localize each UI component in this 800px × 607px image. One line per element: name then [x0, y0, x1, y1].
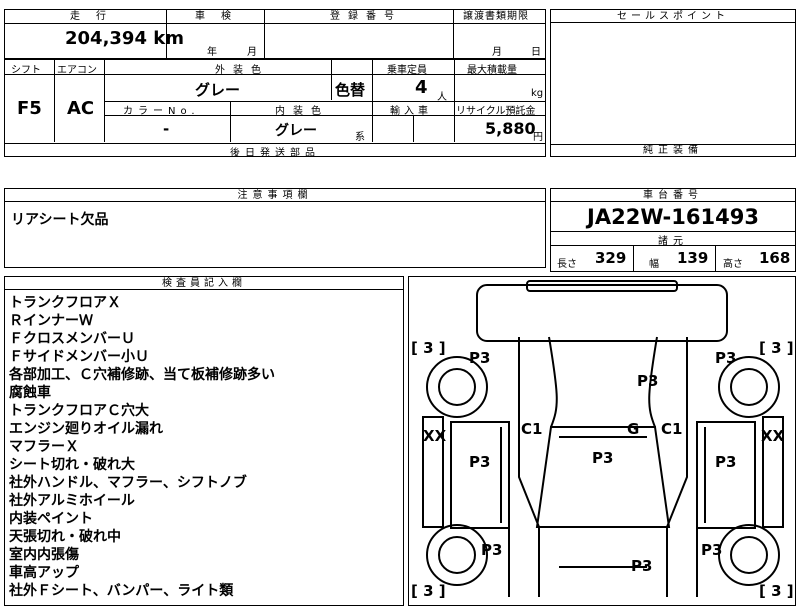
damage-diagram: [ 3 ] [ 3 ] [ 3 ] [ 3 ] P3 P3 P3 C1 G C1… [408, 276, 796, 606]
mark-rear-right-tire: P3 [701, 541, 723, 559]
shift-value: F5 [17, 98, 42, 119]
mark-rear: P3 [631, 557, 653, 575]
rear-right-bracket: [ 3 ] [759, 582, 794, 600]
chassis-number: JA22W-161493 [587, 205, 759, 229]
interior-suffix: 系 [355, 132, 365, 143]
sales-point-label: セールスポイント [551, 10, 795, 23]
mark-xx-left: XX [423, 427, 447, 445]
note-line: マフラーＸ [9, 439, 79, 455]
load-unit: kg [531, 88, 544, 99]
note-line: 内装ペイント [9, 511, 93, 527]
mark-front-left-door: P3 [469, 453, 491, 471]
width-value: 139 [677, 249, 709, 267]
mark-c1-left: C1 [521, 420, 543, 438]
mark-front-right-door: P3 [715, 453, 737, 471]
transfer-deadline-label: 譲渡書類期限 [463, 11, 529, 22]
roof-shape [535, 426, 671, 528]
later-parts-label: 後日発送部品 [230, 148, 320, 159]
note-line: 社外ハンドル、マフラー、シフトノブ [9, 475, 247, 491]
front-right-bracket: [ 3 ] [759, 339, 794, 357]
mark-xx-right: XX [761, 427, 785, 445]
chassis-label: 車台番号 [551, 189, 795, 202]
chassis-box: 車台番号 JA22W-161493 諸元 長さ 329 幅 139 高さ 168 [550, 188, 796, 272]
capacity-label: 乗車定員 [387, 65, 427, 76]
recycle-unit: 円 [533, 132, 543, 143]
mark-glass: G [627, 420, 640, 438]
capacity-value: 4 [415, 77, 428, 98]
note-line: 室内内張傷 [9, 547, 79, 563]
rear-left-bracket: [ 3 ] [411, 582, 446, 600]
mileage-number: 204,394 [65, 28, 147, 49]
import-label: 輸入車 [390, 106, 432, 117]
note-line: 社外アルミホイール [9, 493, 135, 509]
inspection-year-unit: 年 [207, 47, 217, 58]
height-value: 168 [759, 249, 791, 267]
interior-color-label: 内装色 [275, 106, 329, 117]
height-label: 高さ [723, 259, 743, 270]
caution-text: リアシート欠品 [11, 212, 109, 228]
recycle-label: リサイクル預託金 [456, 106, 536, 117]
mark-rear-left-tire: P3 [481, 541, 503, 559]
sales-point-box: セールスポイント 純正装備 [550, 9, 796, 157]
color-change-value: 色替 [335, 81, 366, 99]
rear-right-wheel-shape [718, 524, 780, 586]
inspector-notes-list: トランクフロアＸ ＲインナーＷ ＦクロスメンバーＵ Ｆサイドメンバー小Ｕ 各部加… [9, 294, 275, 600]
mark-c1-right: C1 [661, 420, 683, 438]
rear-left-wheel-shape [426, 524, 488, 586]
aircon-value: AC [67, 98, 95, 119]
interior-color-value: グレー [275, 123, 317, 139]
inspector-notes-box: 検査員記入欄 トランクフロアＸ ＲインナーＷ ＦクロスメンバーＵ Ｆサイドメンバ… [4, 276, 404, 606]
inspection-label: 車検 [195, 11, 247, 22]
note-line: Ｆサイドメンバー小Ｕ [9, 349, 149, 365]
shift-label: シフト [11, 65, 41, 76]
mileage-unit: km [153, 28, 184, 49]
deadline-month-unit: 月 [492, 47, 502, 58]
note-line: 腐蝕車 [9, 385, 51, 401]
mark-hood: P3 [637, 372, 659, 390]
color-no-label: カラーNo. [123, 106, 200, 117]
car-outline-diagram [422, 280, 784, 597]
front-left-bracket: [ 3 ] [411, 339, 446, 357]
caution-box: 注意事項欄 リアシート欠品 [4, 188, 546, 268]
exterior-color-label: 外装色 [215, 65, 269, 76]
aircon-label: エアコン [57, 65, 97, 76]
mark-roof: P3 [592, 449, 614, 467]
length-value: 329 [595, 249, 627, 267]
exterior-color-value: グレー [195, 81, 241, 99]
note-line: シート切れ・破れ大 [9, 457, 135, 473]
note-line: 社外Ｆシート、バンパー、ライト類 [9, 583, 234, 599]
note-line: ＦクロスメンバーＵ [9, 331, 135, 347]
note-line: トランクフロアＸ [9, 295, 121, 311]
mileage-value: 204,394 km [65, 28, 184, 49]
mileage-block: 走行 車検 登録番号 譲渡書類期限 204,394 km 年 月 月 日 [4, 9, 546, 59]
note-line: ＲインナーＷ [9, 313, 93, 329]
note-line: 各部加工、Ｃ穴補修跡、当て板補修跡多い [9, 367, 275, 383]
note-line: 天張切れ・破れ中 [9, 529, 121, 545]
color-no-value: - [163, 120, 170, 138]
inspection-month-unit: 月 [247, 47, 257, 58]
note-line: エンジン廻りオイル漏れ [9, 421, 163, 437]
front-bumper-shape [476, 284, 728, 342]
max-load-label: 最大積載量 [467, 65, 517, 76]
length-label: 長さ [557, 259, 577, 270]
registration-label: 登録番号 [330, 11, 402, 22]
inspector-notes-label: 検査員記入欄 [5, 277, 403, 290]
recycle-fee-value: 5,880 [485, 119, 536, 138]
deadline-day-unit: 日 [531, 47, 541, 58]
specs-grid: シフト エアコン 外装色 乗車定員 最大積載量 F5 AC グレー 色替 4 人… [4, 59, 546, 159]
body-outline-shape [518, 337, 688, 597]
note-line: トランクフロアＣ穴大 [9, 403, 149, 419]
capacity-unit: 人 [437, 92, 447, 103]
note-line: 車高アップ [9, 565, 79, 581]
mark-front-left-tire: P3 [469, 349, 491, 367]
top-header-row: 走行 車検 登録番号 譲渡書類期限 [5, 10, 545, 24]
mark-front-right-tire: P3 [715, 349, 737, 367]
mileage-label: 走行 [70, 11, 122, 22]
caution-label: 注意事項欄 [5, 189, 545, 202]
width-label: 幅 [649, 259, 659, 270]
genuine-equipment-label: 純正装備 [643, 145, 703, 156]
